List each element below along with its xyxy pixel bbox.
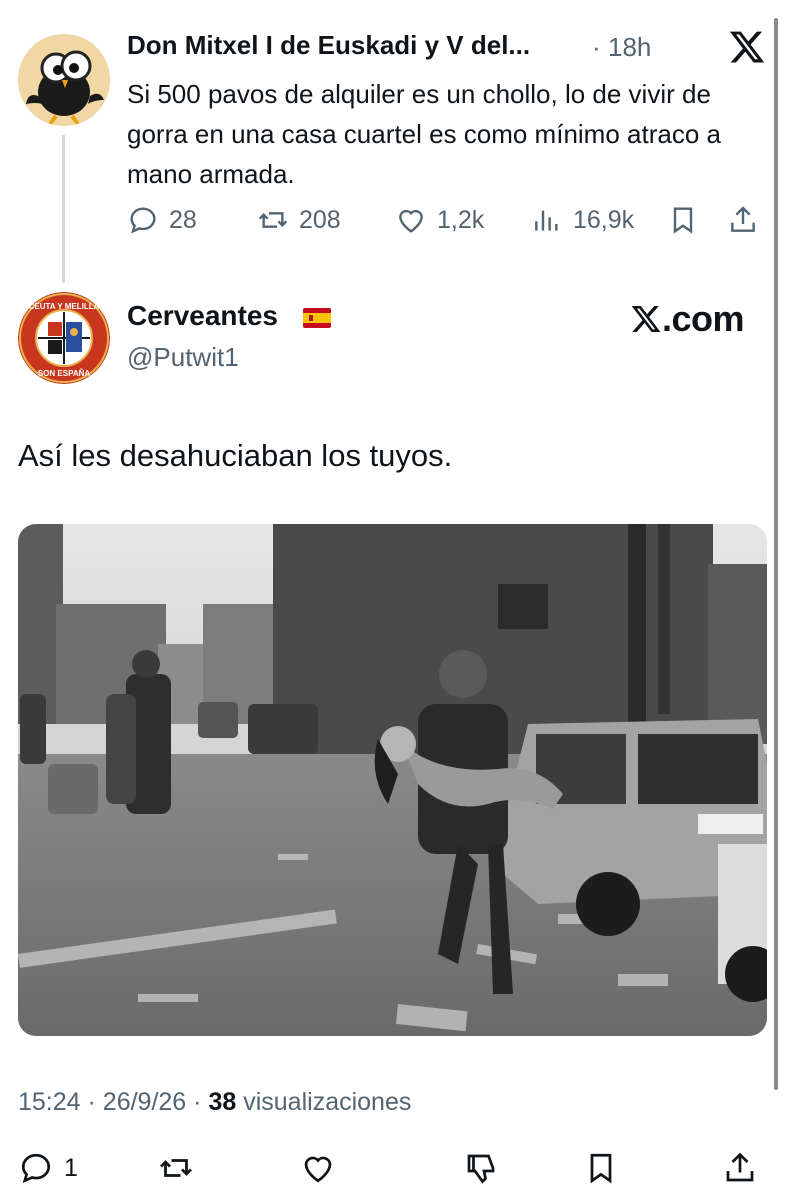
like-count: 1,2k <box>437 205 485 234</box>
bookmark-icon <box>673 207 693 234</box>
author-avatar[interactable] <box>18 34 110 126</box>
view-count: 16,9k <box>573 205 635 234</box>
thread-line <box>62 135 65 283</box>
view-count-number: 38 <box>208 1088 237 1116</box>
separator-dot: · <box>592 32 601 62</box>
avatar-text-bottom: SON ESPAÑA <box>38 369 91 378</box>
x-logo-icon <box>728 28 766 66</box>
retweet-icon <box>258 212 288 228</box>
bookmark-button[interactable] <box>583 1150 619 1186</box>
post-date[interactable]: 26/9/26 <box>103 1088 186 1116</box>
tweet-time[interactable]: 18h <box>608 32 651 63</box>
reply-button[interactable]: 1 <box>18 1150 78 1186</box>
x-com-domain: .com <box>662 298 745 339</box>
quoted-author-name[interactable]: Cerveantes <box>127 300 278 332</box>
like-button[interactable] <box>300 1150 336 1186</box>
x-com-label: .com <box>630 298 745 340</box>
tweet-photo[interactable] <box>18 524 767 1036</box>
views-label: visualizaciones <box>243 1088 412 1116</box>
like-button[interactable]: 1,2k <box>395 204 484 236</box>
quoted-tweet-text: Así les desahuciaban los tuyos. <box>18 438 453 473</box>
quoted-tweet-actions: 1 <box>18 1150 767 1190</box>
avatar-text-top: CEUTA Y MELILLA <box>29 302 100 311</box>
quoted-author-avatar[interactable]: CEUTA Y MELILLA SON ESPAÑA <box>18 292 110 384</box>
views-button[interactable]: 16,9k <box>531 204 634 236</box>
retweet-icon <box>160 1159 192 1177</box>
tweet-actions: 28 208 1,2k 16,9k <box>127 204 767 244</box>
share-icon <box>731 206 755 232</box>
reply-icon <box>21 1153 51 1184</box>
bookmark-button[interactable] <box>667 204 699 236</box>
thumbs-down-icon <box>467 1154 495 1184</box>
heart-icon <box>399 209 423 233</box>
reply-button[interactable]: 28 <box>127 204 197 236</box>
x-logo-icon <box>631 306 661 332</box>
tweet-meta: 15:24 · 26/9/26 · 38 visualizaciones <box>18 1088 412 1116</box>
street-photo-image <box>18 524 767 1036</box>
retweet-count: 208 <box>299 205 341 234</box>
share-button[interactable] <box>727 204 759 236</box>
retweet-button[interactable]: 208 <box>257 204 341 236</box>
reply-count: 1 <box>64 1153 78 1182</box>
post-time[interactable]: 15:24 <box>18 1088 81 1116</box>
reply-count: 28 <box>169 205 197 234</box>
share-icon <box>726 1152 754 1182</box>
retweet-button[interactable] <box>158 1150 194 1186</box>
dislike-button[interactable] <box>463 1150 499 1186</box>
spain-flag-icon <box>303 308 331 328</box>
quoted-author-handle[interactable]: @Putwit1 <box>127 342 239 373</box>
views-icon <box>535 210 558 231</box>
bookmark-icon <box>590 1153 612 1184</box>
reply-icon <box>130 207 156 234</box>
tweet-text: Si 500 pavos de alquiler es un chollo, l… <box>127 79 721 189</box>
heart-icon <box>304 1156 332 1183</box>
author-name[interactable]: Don Mitxel I de Euskadi y V del... <box>127 30 530 61</box>
scrollbar[interactable] <box>774 18 778 1090</box>
share-button[interactable] <box>722 1150 758 1186</box>
